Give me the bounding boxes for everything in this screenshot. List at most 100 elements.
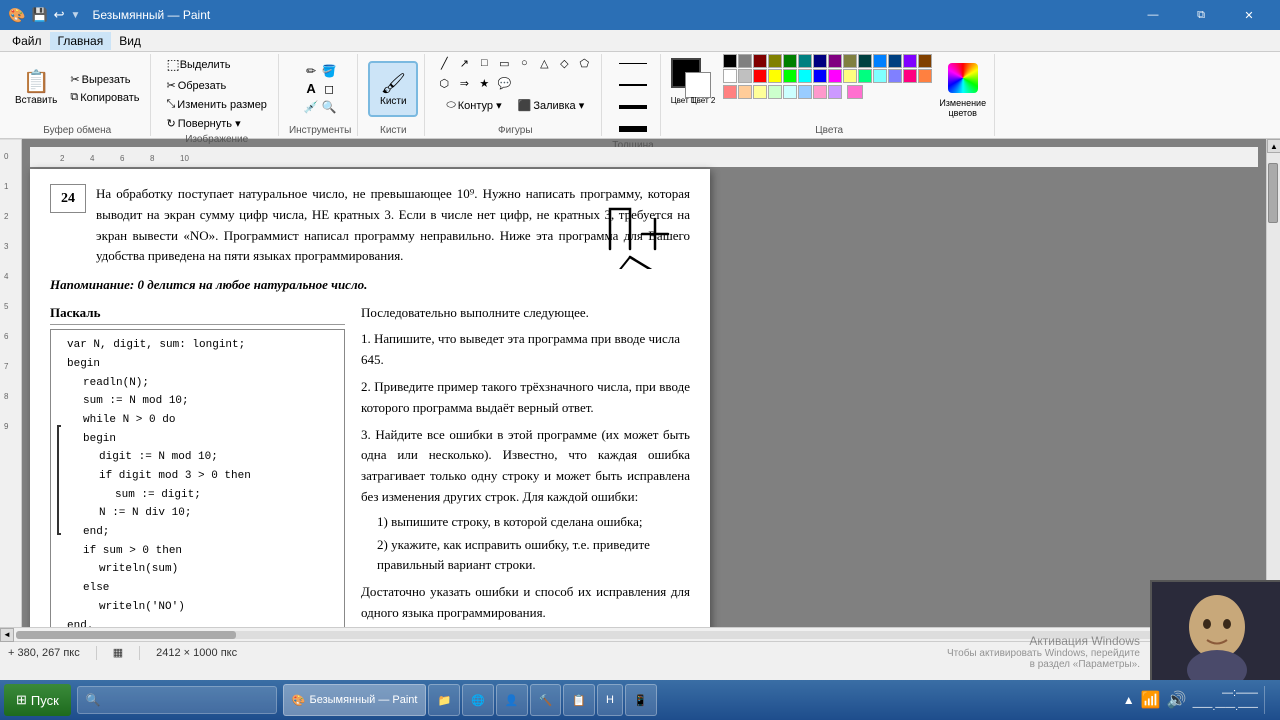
thickness-4[interactable]: [615, 120, 651, 138]
picker-tool[interactable]: 💉: [303, 99, 319, 115]
close-button[interactable]: ✕: [1226, 0, 1272, 30]
swatch-lightcyan[interactable]: [873, 69, 887, 83]
quick-access-save[interactable]: 💾: [31, 7, 47, 23]
thickness-3[interactable]: [615, 98, 651, 116]
minimize-button[interactable]: —: [1130, 0, 1176, 30]
menu-home[interactable]: Главная: [50, 32, 112, 50]
swatch-violet[interactable]: [903, 54, 917, 68]
swatch-special[interactable]: [847, 85, 863, 99]
cut-button[interactable]: ✂ Вырезать: [65, 71, 144, 88]
change-colors-btn[interactable]: Изменение цветов: [938, 58, 988, 118]
scroll-up-btn[interactable]: ▲: [1267, 139, 1280, 153]
swatch-silver[interactable]: [738, 69, 752, 83]
quick-access-undo[interactable]: ↩: [54, 7, 65, 23]
taskbar-sound-icon[interactable]: 🔊: [1167, 690, 1187, 710]
swatch-purple[interactable]: [828, 54, 842, 68]
shape-star[interactable]: ★: [475, 74, 493, 92]
swatch-white[interactable]: [723, 69, 737, 83]
menu-view[interactable]: Вид: [111, 32, 149, 50]
zoom-tool[interactable]: 🔍: [321, 99, 337, 115]
taskbar-app7[interactable]: Н: [597, 684, 623, 716]
taskbar-paint[interactable]: 🎨 Безымянный — Paint: [283, 684, 427, 716]
show-desktop-btn[interactable]: [1264, 686, 1270, 714]
shape-arrow2[interactable]: ⇒: [455, 74, 473, 92]
swatch-darkred[interactable]: [753, 54, 767, 68]
paste-button[interactable]: 📋 Вставить: [10, 67, 62, 110]
swatch-darkyellow[interactable]: [843, 54, 857, 68]
swatch-lightcyan2[interactable]: [783, 85, 797, 99]
fill-tool[interactable]: 🪣: [321, 63, 337, 79]
swatch-yellow[interactable]: [768, 69, 782, 83]
swatch-olive[interactable]: [768, 54, 782, 68]
shape-hex[interactable]: ⬡: [435, 74, 453, 92]
color2-box[interactable]: [685, 72, 711, 98]
swatch-darkblue[interactable]: [888, 54, 902, 68]
swatch-teal[interactable]: [798, 54, 812, 68]
swatch-black[interactable]: [723, 54, 737, 68]
shape-rect[interactable]: □: [475, 54, 493, 72]
scroll-thumb-h[interactable]: [16, 631, 236, 639]
swatch-red[interactable]: [753, 69, 767, 83]
swatch-lavender[interactable]: [828, 85, 842, 99]
taskbar-app8[interactable]: 📱: [625, 684, 657, 716]
swatch-lightyellow[interactable]: [843, 69, 857, 83]
swatch-lime[interactable]: [783, 69, 797, 83]
rotate-button[interactable]: ↻ Повернуть ▾: [161, 115, 245, 132]
taskbar-explorer[interactable]: 📁: [428, 684, 460, 716]
swatch-lightyellow2[interactable]: [753, 85, 767, 99]
shape-arrow[interactable]: ↗: [455, 54, 473, 72]
search-bar[interactable]: 🔍: [77, 686, 277, 714]
scroll-thumb-v[interactable]: [1268, 163, 1278, 223]
fill-shape-button[interactable]: ⬛ Заливка ▾: [513, 97, 590, 114]
swatch-magenta[interactable]: [828, 69, 842, 83]
swatch-rose[interactable]: [903, 69, 917, 83]
swatch-blue2[interactable]: [813, 69, 827, 83]
text-tool[interactable]: A: [303, 81, 319, 97]
shape-triangle[interactable]: △: [535, 54, 553, 72]
swatch-brown[interactable]: [918, 54, 932, 68]
taskbar-app6[interactable]: 📋: [563, 684, 595, 716]
select-button[interactable]: ⬚ Выделить: [161, 54, 235, 75]
swatch-mint[interactable]: [858, 69, 872, 83]
swatch-gray[interactable]: [738, 54, 752, 68]
swatch-lightpink[interactable]: [813, 85, 827, 99]
swatch-periwinkle[interactable]: [888, 69, 902, 83]
crop-button[interactable]: ✂ Обрезать: [161, 77, 231, 94]
copy-button[interactable]: ⧉ Копировать: [65, 89, 144, 106]
shape-callout[interactable]: 💬: [495, 74, 513, 92]
resize-button[interactable]: ⤡ Изменить размер: [161, 96, 271, 113]
taskbar-app4[interactable]: 👤: [496, 684, 528, 716]
shape-ellipse[interactable]: ○: [515, 54, 533, 72]
contour-button[interactable]: ⬭ Контур ▾: [441, 97, 506, 114]
scroll-left-btn[interactable]: ◄: [0, 628, 14, 642]
thickness-2[interactable]: [615, 76, 651, 94]
shape-rounded[interactable]: ▭: [495, 54, 513, 72]
shape-diamond[interactable]: ◇: [555, 54, 573, 72]
taskbar-app5[interactable]: 🔨: [530, 684, 562, 716]
vertical-scrollbar[interactable]: ▲ ▼: [1266, 139, 1280, 627]
swatch-peach[interactable]: [738, 85, 752, 99]
taskbar-chrome[interactable]: 🌐: [462, 684, 494, 716]
swatch-green[interactable]: [783, 54, 797, 68]
eraser-tool[interactable]: ◻: [321, 81, 337, 97]
maximize-button[interactable]: ⧉: [1178, 0, 1224, 30]
swatch-lightblue[interactable]: [798, 85, 812, 99]
swatch-navy[interactable]: [813, 54, 827, 68]
swatch-blue[interactable]: [873, 54, 887, 68]
swatch-cyan[interactable]: [798, 69, 812, 83]
brushes-button[interactable]: 🖌 Кисти: [368, 61, 418, 117]
swatch-darkteal[interactable]: [858, 54, 872, 68]
thickness-1[interactable]: [615, 54, 651, 72]
pencil-tool[interactable]: ✏: [303, 63, 319, 79]
swatch-lightsalmon[interactable]: [723, 85, 737, 99]
shape-penta[interactable]: ⬠: [575, 54, 593, 72]
taskbar-network-icon[interactable]: 📶: [1141, 690, 1161, 710]
swatch-lightgreen[interactable]: [768, 85, 782, 99]
menu-file[interactable]: Файл: [4, 32, 50, 50]
start-button[interactable]: ⊞ Пуск: [4, 684, 71, 716]
shape-line[interactable]: ╱: [435, 54, 453, 72]
taskbar-arrow-icon[interactable]: ▲: [1123, 693, 1135, 707]
paint-canvas[interactable]: 24 На обработку поступает натуральное чи…: [30, 169, 710, 627]
swatch-orange[interactable]: [918, 69, 932, 83]
quick-access-arrow[interactable]: ▼: [71, 10, 81, 21]
